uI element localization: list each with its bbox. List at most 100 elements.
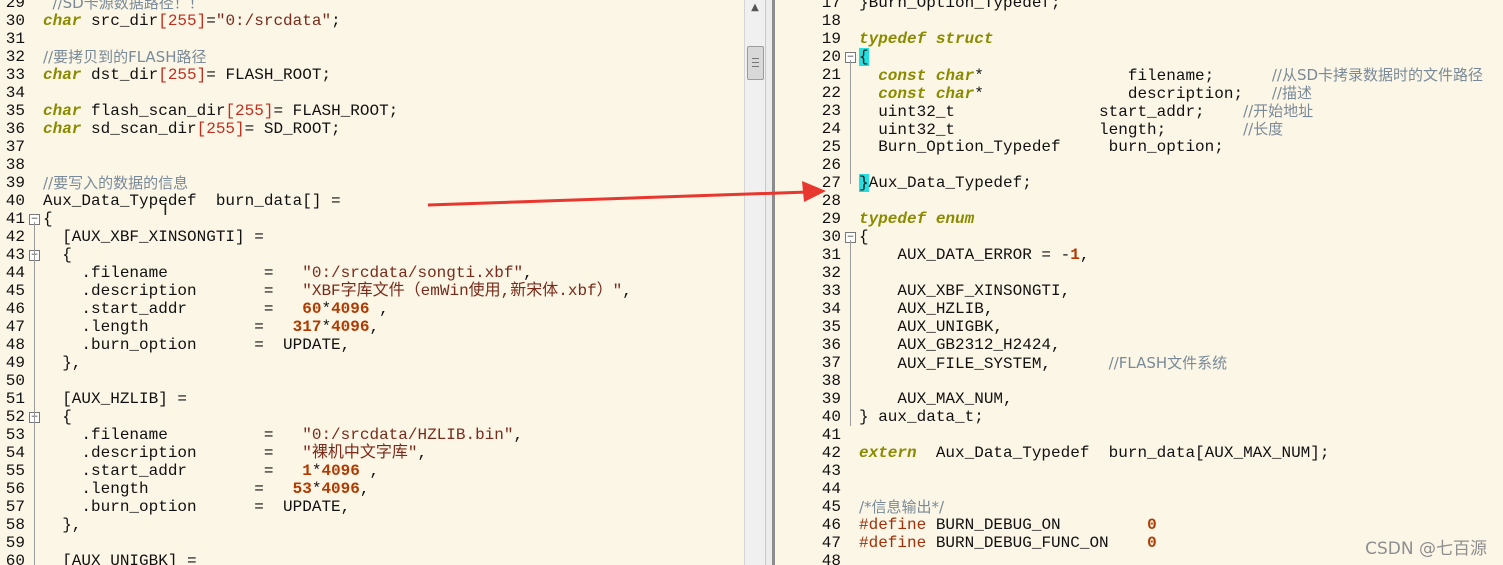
code-line[interactable]: 35 AUX_UNIGBK, xyxy=(775,318,1503,336)
code-line[interactable]: 41−{ xyxy=(0,210,744,228)
code-line[interactable]: 56 .length = 53*4096, xyxy=(0,480,744,498)
code-line[interactable]: 57 .burn_option = UPDATE, xyxy=(0,498,744,516)
code-line[interactable]: 42 extern Aux_Data_Typedef burn_data[AUX_… xyxy=(775,444,1503,462)
code-line[interactable]: 35 char flash_scan_dir[255]= FLASH_ROOT; xyxy=(0,102,744,120)
code-line[interactable]: 17}Burn_Option_Typedef; xyxy=(775,0,1503,12)
code-line[interactable]: 49 }, xyxy=(0,354,744,372)
code-line[interactable]: 46 .start_addr = 60*4096 , xyxy=(0,300,744,318)
line-number: 53 xyxy=(5,426,25,444)
code-line[interactable]: 60 [AUX_UNIGBK] = xyxy=(0,552,744,565)
code-text: char dst_dir[255]= FLASH_ROOT; xyxy=(43,66,331,84)
code-line[interactable]: 47 .length = 317*4096, xyxy=(0,318,744,336)
code-line[interactable]: 31 AUX_DATA_ERROR = -1, xyxy=(775,246,1503,264)
line-number: 46 xyxy=(5,300,25,318)
code-line[interactable]: 34 AUX_HZLIB, xyxy=(775,300,1503,318)
code-token: , xyxy=(359,462,380,480)
code-line[interactable]: 22 const char* description; //描述 xyxy=(775,84,1503,103)
line-number: 33 xyxy=(821,282,841,300)
code-line[interactable]: 33 AUX_XBF_XINSONGTI, xyxy=(775,282,1503,300)
code-line[interactable]: 38 xyxy=(775,372,1503,390)
code-line[interactable]: 25 Burn_Option_Typedef burn_option; xyxy=(775,138,1503,156)
code-line[interactable]: 51 [AUX_HZLIB] = xyxy=(0,390,744,408)
code-line[interactable]: 48 .burn_option = UPDATE, xyxy=(0,336,744,354)
code-comment: //FLASH文件系统 xyxy=(1108,354,1228,372)
code-token: #define xyxy=(859,516,927,534)
line-number: 47 xyxy=(5,318,25,336)
code-line[interactable]: 55 .start_addr = 1*4096 , xyxy=(0,462,744,480)
line-number: 31 xyxy=(5,30,25,48)
code-line[interactable]: 44 xyxy=(775,480,1503,498)
code-line[interactable]: 29 typedef enum xyxy=(775,210,1503,228)
code-line[interactable]: 43− { xyxy=(0,246,744,264)
code-line[interactable]: 24 uint32_t length; //长度 xyxy=(775,120,1503,139)
vertical-scrollbar[interactable]: ▲ xyxy=(744,0,765,565)
code-line[interactable]: 26 xyxy=(775,156,1503,174)
code-line[interactable]: 20−{ xyxy=(775,48,1503,66)
code-line[interactable]: 54 .description = "裸机中文字库", xyxy=(0,444,744,462)
code-line[interactable]: 28 xyxy=(775,192,1503,210)
code-token: { xyxy=(43,408,72,426)
line-number: 45 xyxy=(5,282,25,300)
code-comment: //要拷贝到的FLASH路径 xyxy=(43,48,207,66)
code-line[interactable]: 40} aux_data_t; xyxy=(775,408,1503,426)
scrollbar-thumb[interactable] xyxy=(747,46,764,80)
code-line[interactable]: 36 AUX_GB2312_H2424, xyxy=(775,336,1503,354)
code-line[interactable]: 39 //要写入的数据的信息 xyxy=(0,174,744,192)
line-number: 33 xyxy=(5,66,25,84)
code-line[interactable]: 34 xyxy=(0,84,744,102)
code-line[interactable]: 53 .filename = "0:/srcdata/HZLIB.bin", xyxy=(0,426,744,444)
code-line[interactable]: 58 }, xyxy=(0,516,744,534)
code-line[interactable]: 42 [AUX_XBF_XINSONGTI] = xyxy=(0,228,744,246)
code-line[interactable]: 39 AUX_MAX_NUM, xyxy=(775,390,1503,408)
code-line[interactable]: 32 //要拷贝到的FLASH路径 xyxy=(0,48,744,66)
code-line[interactable]: 19 typedef struct xyxy=(775,30,1503,48)
code-token: { xyxy=(859,228,869,246)
code-line[interactable]: 46 #define BURN_DEBUG_ON 0 xyxy=(775,516,1503,534)
code-line[interactable]: 45 .description = "XBF字库文件（emWin使用,新宋体.x… xyxy=(0,282,744,300)
right-editor-pane[interactable]: 17}Burn_Option_Typedef; 18 19 typedef struc… xyxy=(775,0,1503,565)
left-editor-pane[interactable]: 29 //SD卡源数据路径！！ 30 char src_dir[255]="0:/s… xyxy=(0,0,744,565)
code-line[interactable]: 23 uint32_t start_addr; //开始地址 xyxy=(775,102,1503,121)
code-line[interactable]: 50 xyxy=(0,372,744,390)
code-text: const char* filename; //从SD卡拷录数据时的文件路径 xyxy=(859,66,1483,85)
code-line[interactable]: 36 char sd_scan_dir[255]= SD_ROOT; xyxy=(0,120,744,138)
code-keyword: char xyxy=(43,12,82,30)
code-line[interactable]: 21 const char* filename; //从SD卡拷录数据时的文件路… xyxy=(775,66,1503,85)
code-token: [AUX_UNIGBK] = xyxy=(43,552,197,565)
code-line[interactable]: 31 xyxy=(0,30,744,48)
code-line[interactable]: 30 char src_dir[255]="0:/srcdata"; xyxy=(0,12,744,30)
code-line[interactable]: 59 xyxy=(0,534,744,552)
code-line[interactable]: 38 xyxy=(0,156,744,174)
code-line[interactable]: 27}Aux_Data_Typedef; xyxy=(775,174,1503,192)
code-line[interactable]: 45 /*信息输出*/ xyxy=(775,498,1503,516)
code-line[interactable]: 40 Aux_Data_Typedef burn_data[] = xyxy=(0,192,744,210)
code-text: } aux_data_t; xyxy=(859,408,984,426)
code-line[interactable]: 37 xyxy=(0,138,744,156)
code-line[interactable]: 52− { xyxy=(0,408,744,426)
code-line[interactable]: 37 AUX_FILE_SYSTEM, //FLASH文件系统 xyxy=(775,354,1503,373)
code-line[interactable]: 43 xyxy=(775,462,1503,480)
code-line[interactable]: 33 char dst_dir[255]= FLASH_ROOT; xyxy=(0,66,744,84)
code-token: .start_addr = xyxy=(43,300,303,318)
line-number: 48 xyxy=(5,336,25,354)
code-token: [AUX_HZLIB] = xyxy=(43,390,188,408)
code-line[interactable]: 32 xyxy=(775,264,1503,282)
line-number: 22 xyxy=(821,84,841,102)
chevron-up-icon[interactable]: ▲ xyxy=(745,0,765,16)
code-line[interactable]: 41 xyxy=(775,426,1503,444)
line-number: 30 xyxy=(821,228,841,246)
line-number: 44 xyxy=(821,480,841,498)
code-line[interactable]: 29 //SD卡源数据路径！！ xyxy=(0,0,744,12)
code-token: }, xyxy=(43,354,82,372)
pane-splitter[interactable] xyxy=(765,0,775,565)
code-text: AUX_GB2312_H2424, xyxy=(859,336,1060,354)
code-line[interactable]: 44 .filename = "0:/srcdata/songti.xbf", xyxy=(0,264,744,282)
code-text: [AUX_XBF_XINSONGTI] = xyxy=(43,228,264,246)
code-line[interactable]: 18 xyxy=(775,12,1503,30)
code-token: .description = xyxy=(43,282,303,300)
code-token: uint32_t length; xyxy=(859,121,1244,139)
code-line[interactable]: 30−{ xyxy=(775,228,1503,246)
code-token: , xyxy=(523,264,533,282)
